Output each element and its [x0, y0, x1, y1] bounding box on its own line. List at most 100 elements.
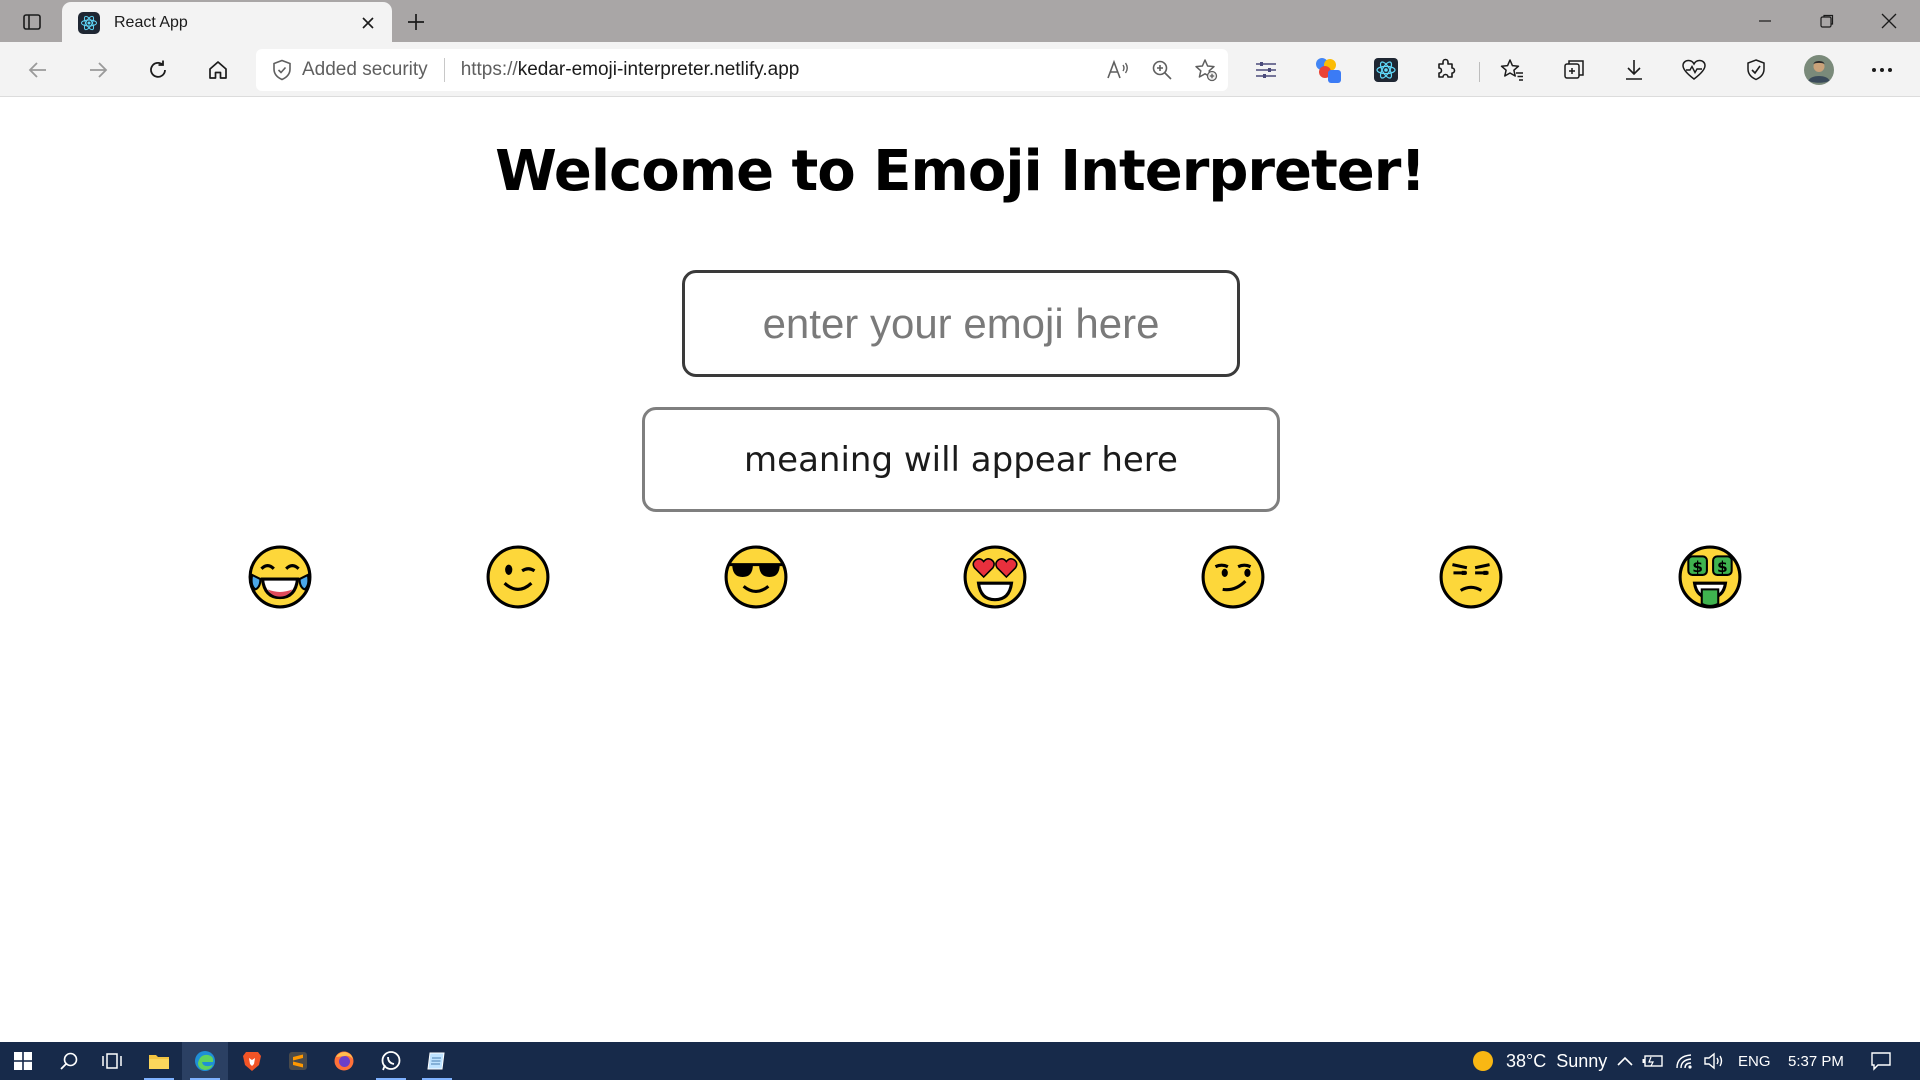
meaning-output: meaning will appear here [642, 407, 1280, 512]
minimize-button[interactable] [1734, 0, 1796, 42]
browser-essentials-button[interactable] [1672, 52, 1716, 88]
address-bar[interactable]: Added security https://kedar-emoji-inter… [256, 49, 1228, 91]
tab-actions-button[interactable] [14, 8, 50, 36]
tab-title: React App [114, 14, 188, 31]
minimize-icon [1759, 20, 1771, 22]
whatsapp-icon [381, 1051, 401, 1071]
address-separator [443, 58, 445, 82]
download-icon [1626, 60, 1642, 80]
refresh-button[interactable] [138, 52, 178, 88]
smirking-face-emoji-icon[interactable] [1200, 544, 1266, 610]
search-button[interactable] [46, 1042, 92, 1080]
back-button[interactable] [18, 52, 58, 88]
taskbar-edge[interactable] [182, 1042, 228, 1080]
downloads-button[interactable] [1612, 52, 1656, 88]
weather-condition: Sunny [1556, 1050, 1608, 1071]
show-hidden-icons-button[interactable] [1612, 1042, 1638, 1080]
edge-browser-icon [195, 1051, 215, 1071]
firefox-icon [334, 1051, 354, 1071]
tab-close-button[interactable] [356, 11, 380, 35]
zoom-button[interactable] [1140, 52, 1184, 88]
browser-toolbar: Added security https://kedar-emoji-inter… [0, 42, 1920, 97]
taskbar-file-explorer[interactable] [136, 1042, 182, 1080]
performance-button[interactable] [1734, 52, 1778, 88]
volume-button[interactable] [1701, 1042, 1727, 1080]
sunglasses-emoji-icon[interactable] [723, 544, 789, 610]
notification-icon [1871, 1052, 1891, 1071]
wifi-icon [1676, 1054, 1692, 1069]
more-menu-button[interactable] [1860, 52, 1904, 88]
weather-temp: 38°C [1506, 1050, 1547, 1071]
taskbar-firefox[interactable] [321, 1042, 367, 1080]
performance-icon [1747, 59, 1765, 81]
heart-eyes-emoji-icon[interactable] [962, 544, 1028, 610]
read-aloud-button[interactable] [1096, 52, 1140, 88]
react-logo-icon [78, 12, 100, 34]
taskbar-notepad[interactable] [414, 1042, 460, 1080]
tab-actions-icon [23, 14, 41, 30]
extensions-button[interactable] [1424, 52, 1468, 88]
home-button[interactable] [198, 52, 238, 88]
sliders-extension-button[interactable] [1244, 52, 1288, 88]
colorful-extension-button[interactable] [1306, 52, 1350, 88]
task-view-button[interactable] [89, 1042, 135, 1080]
weather-text[interactable]: 38°C Sunny [1506, 1042, 1607, 1080]
restore-icon [1820, 14, 1834, 28]
weather-widget[interactable] [1470, 1042, 1496, 1080]
svg-text:$: $ [1692, 558, 1703, 576]
windows-logo-icon [14, 1052, 32, 1070]
extension-badge-icon [1316, 58, 1341, 83]
close-window-button[interactable] [1858, 0, 1920, 42]
security-label[interactable]: Added security [302, 59, 428, 81]
action-center-button[interactable] [1866, 1042, 1896, 1080]
zoom-in-icon [1152, 60, 1172, 80]
brave-lion-icon [243, 1052, 261, 1071]
emoji-list: $ $ [0, 544, 1920, 614]
forward-button[interactable] [78, 52, 118, 88]
language-indicator[interactable]: ENG [1738, 1042, 1771, 1080]
add-favorite-button[interactable] [1184, 52, 1228, 88]
url-prefix: https:// [460, 59, 518, 80]
restore-button[interactable] [1796, 0, 1858, 42]
favorites-button[interactable] [1490, 52, 1534, 88]
arrow-right-icon [90, 62, 108, 78]
page-content: Welcome to Emoji Interpreter! meaning wi… [0, 97, 1920, 1042]
battery-icon [1642, 1055, 1663, 1067]
more-horizontal-icon [1872, 68, 1892, 72]
react-devtools-button[interactable] [1364, 52, 1408, 88]
new-tab-button[interactable] [400, 6, 432, 38]
tears-of-joy-emoji-icon[interactable] [247, 544, 313, 610]
plus-icon [408, 14, 424, 30]
close-icon [1881, 13, 1897, 29]
taskbar-brave[interactable] [229, 1042, 275, 1080]
puzzle-icon [1438, 58, 1456, 78]
clock[interactable]: 5:37 PM [1788, 1042, 1844, 1080]
taskbar-whatsapp[interactable] [368, 1042, 414, 1080]
chevron-up-icon [1617, 1056, 1633, 1066]
refresh-icon [150, 60, 166, 78]
notepad-icon [427, 1052, 445, 1070]
url-text[interactable]: https://kedar-emoji-interpreter.netlify.… [461, 59, 1096, 81]
page-title: Welcome to Emoji Interpreter! [495, 139, 1426, 204]
unamused-face-emoji-icon[interactable] [1438, 544, 1504, 610]
collections-button[interactable] [1552, 52, 1596, 88]
taskbar-sublime-text[interactable] [275, 1042, 321, 1080]
battery-button[interactable] [1640, 1042, 1666, 1080]
star-add-icon [1195, 59, 1218, 82]
money-mouth-emoji-icon[interactable]: $ $ [1677, 544, 1743, 610]
url-host: kedar-emoji-interpreter.netlify.app [517, 59, 800, 80]
title-bar: React App [0, 0, 1920, 44]
taskbar: 38°C Sunny ENG 5:37 PM [0, 1042, 1920, 1080]
read-aloud-icon [1107, 59, 1128, 79]
task-view-icon [102, 1053, 122, 1069]
network-button[interactable] [1673, 1042, 1699, 1080]
arrow-left-icon [28, 62, 46, 78]
browser-tab[interactable]: React App [62, 2, 392, 44]
close-icon [362, 17, 374, 29]
emoji-input[interactable] [682, 270, 1240, 377]
sun-icon [1473, 1051, 1493, 1071]
winking-face-emoji-icon[interactable] [485, 544, 551, 610]
avatar [1804, 55, 1834, 85]
profile-button[interactable] [1797, 52, 1841, 88]
start-button[interactable] [0, 1042, 46, 1080]
